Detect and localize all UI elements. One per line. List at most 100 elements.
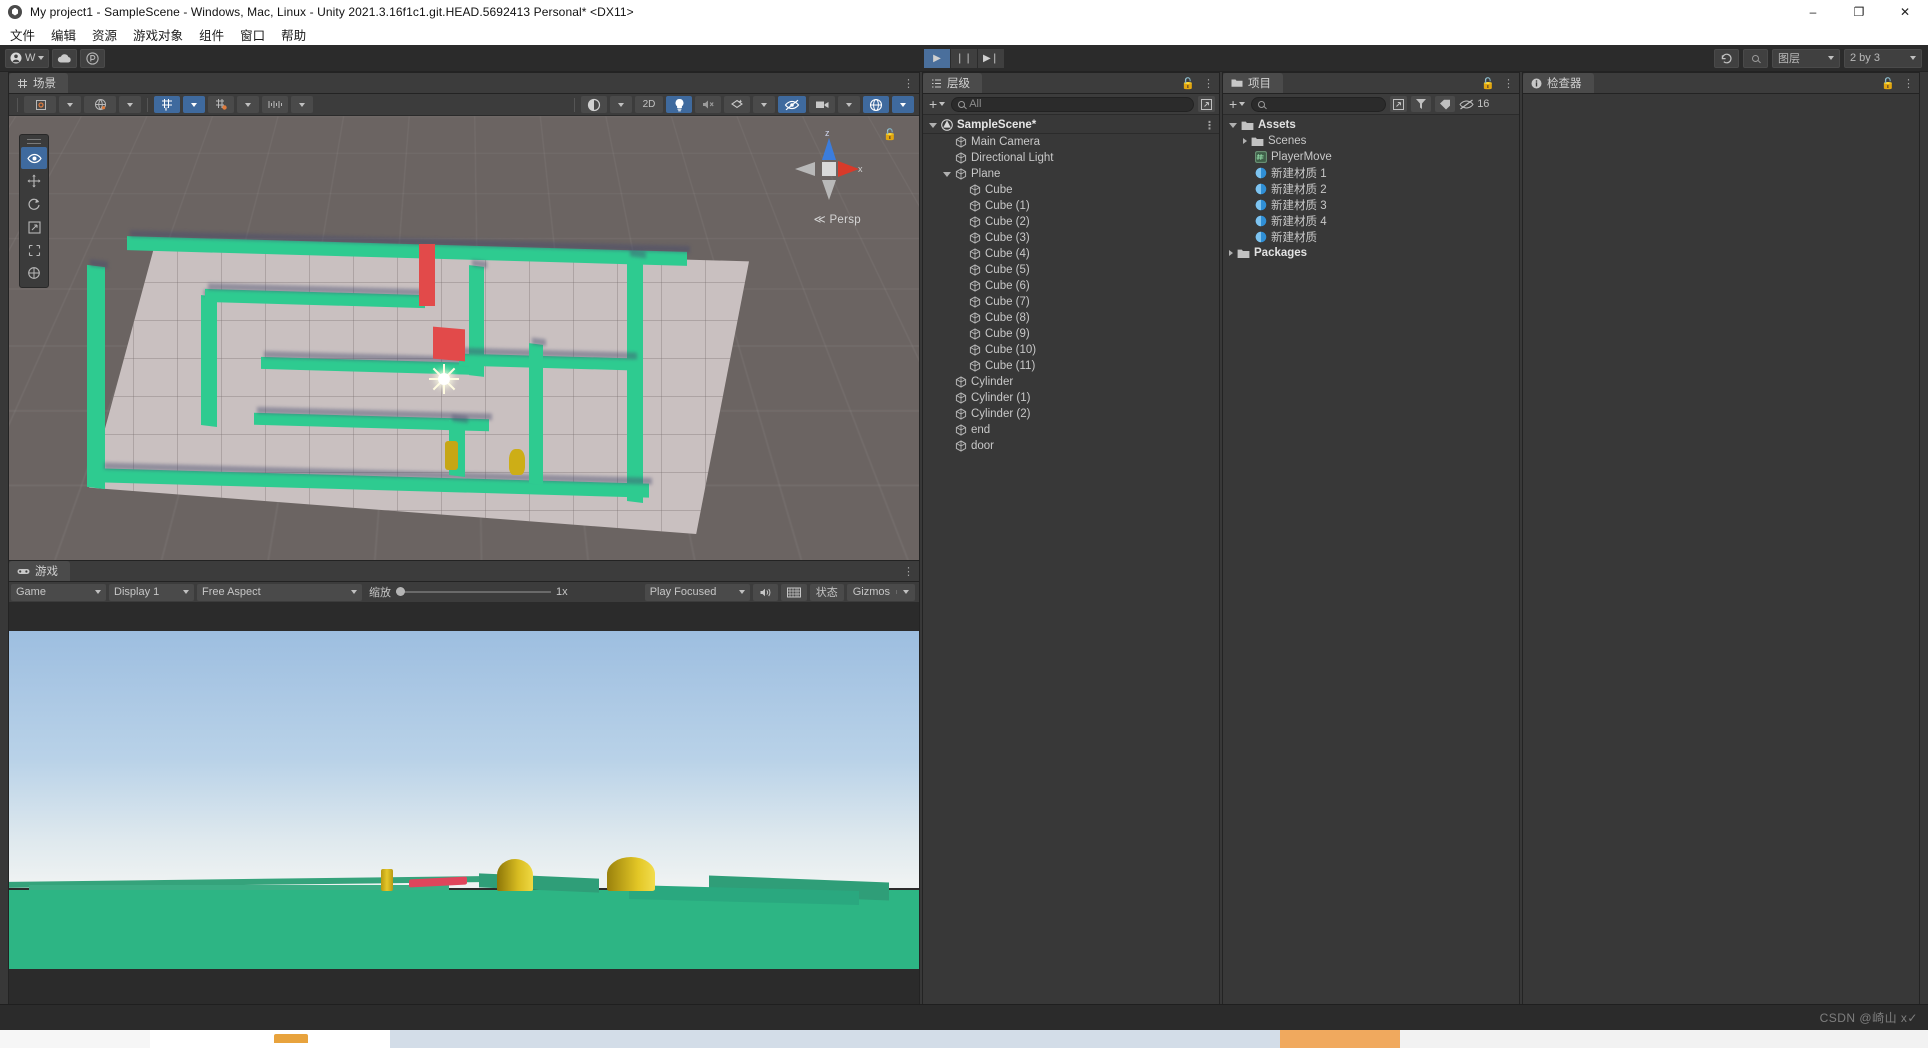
toggle-2d-button[interactable]: 2D — [635, 96, 663, 113]
stats-button[interactable] — [780, 583, 807, 601]
taskbar-thumb-folder[interactable] — [260, 1030, 320, 1048]
pivot-dropdown[interactable] — [24, 96, 56, 113]
snap-button[interactable] — [208, 96, 234, 113]
project-item-row[interactable]: 新建材质 3 — [1223, 197, 1519, 213]
overlay-drag-handle[interactable] — [27, 139, 41, 144]
gizmo-lock-icon[interactable]: 🔓 — [883, 128, 897, 141]
undo-history-button[interactable] — [1714, 48, 1739, 68]
axis-x-cone[interactable] — [838, 161, 859, 177]
scene-audio-button[interactable] — [695, 96, 721, 113]
project-filter-type-button[interactable] — [1411, 96, 1432, 112]
kebab-menu-icon[interactable]: ⋮ — [903, 565, 914, 578]
scene-axis-gizmo[interactable]: z x — [793, 126, 867, 208]
play-mode-dropdown[interactable]: Play Focused — [644, 583, 750, 601]
tab-scene[interactable]: 场景 — [9, 73, 68, 93]
gizmos-button[interactable] — [863, 96, 889, 113]
collab-button[interactable] — [80, 48, 106, 68]
hierarchy-item-row[interactable]: Main Camera — [923, 134, 1219, 150]
search-button[interactable] — [1743, 48, 1768, 68]
hierarchy-item-row[interactable]: Cube (2) — [923, 214, 1219, 230]
tab-project[interactable]: 项目 — [1223, 73, 1283, 93]
project-item-row[interactable]: Assets — [1223, 117, 1519, 133]
hierarchy-item-row[interactable]: Cube (9) — [923, 326, 1219, 342]
hierarchy-item-row[interactable]: Cube (10) — [923, 342, 1219, 358]
menu-item-gameobject[interactable]: 游戏对象 — [133, 25, 183, 44]
play-button[interactable]: ▶ — [924, 48, 950, 68]
scale-slider[interactable] — [396, 587, 551, 596]
project-item-row[interactable]: PlayerMove — [1223, 149, 1519, 165]
chevron-down-icon[interactable] — [929, 122, 937, 128]
kebab-menu-icon[interactable]: ⋮ — [903, 77, 914, 90]
target-display-dropdown[interactable]: Game — [11, 583, 106, 601]
snap-caret[interactable] — [237, 96, 259, 113]
hierarchy-item-row[interactable]: Cube (1) — [923, 198, 1219, 214]
cloud-button[interactable] — [52, 48, 78, 68]
scene-fx-caret[interactable] — [753, 96, 775, 113]
scene-visibility-button[interactable] — [778, 96, 806, 113]
project-item-row[interactable]: 新建材质 2 — [1223, 181, 1519, 197]
taskbar-highlight[interactable] — [1280, 1030, 1400, 1048]
account-button[interactable]: W — [5, 48, 50, 68]
chevron-down-icon[interactable] — [943, 171, 951, 177]
scene-camera-button[interactable] — [809, 96, 835, 113]
hierarchy-tree[interactable]: SampleScene* ⋮ Main Camera Directional Ligh… — [923, 115, 1219, 1021]
kebab-menu-icon[interactable]: ⋮ — [1503, 77, 1514, 90]
hierarchy-item-row[interactable]: Cube (3) — [923, 230, 1219, 246]
layout-dropdown[interactable]: 2 by 3 — [1844, 48, 1922, 68]
step-button[interactable]: ▶❘ — [978, 48, 1004, 68]
hierarchy-item-row[interactable]: Cube (8) — [923, 310, 1219, 326]
project-item-row[interactable]: Scenes — [1223, 133, 1519, 149]
menu-item-component[interactable]: 组件 — [199, 25, 224, 44]
hierarchy-item-row[interactable]: Cylinder (1) — [923, 390, 1219, 406]
hierarchy-item-row[interactable]: door — [923, 438, 1219, 454]
kebab-menu-icon[interactable]: ⋮ — [1203, 77, 1214, 90]
hierarchy-item-row[interactable]: Cube (6) — [923, 278, 1219, 294]
create-gameobject-button[interactable]: + — [927, 96, 947, 112]
shading-mode-button[interactable] — [581, 96, 607, 113]
menu-item-window[interactable]: 窗口 — [240, 25, 265, 44]
view-tool-button[interactable] — [21, 147, 47, 169]
scale-tool-button[interactable] — [21, 216, 47, 238]
hierarchy-item-row[interactable]: end — [923, 422, 1219, 438]
mute-audio-button[interactable] — [752, 583, 778, 601]
tab-hierarchy[interactable]: 层级 — [923, 73, 982, 93]
shading-mode-caret[interactable] — [610, 96, 632, 113]
hierarchy-item-row[interactable]: Cylinder (2) — [923, 406, 1219, 422]
scene-lighting-button[interactable] — [666, 96, 692, 113]
transform-tool-button[interactable] — [21, 262, 47, 284]
handle-space-dropdown[interactable] — [84, 96, 116, 113]
project-search-expand-button[interactable] — [1390, 96, 1408, 112]
project-filter-label-button[interactable] — [1435, 96, 1456, 112]
rect-tool-button[interactable] — [21, 239, 47, 261]
hierarchy-item-row[interactable]: Directional Light — [923, 150, 1219, 166]
display-dropdown[interactable]: Display 1 — [109, 583, 194, 601]
hierarchy-item-row[interactable]: Cylinder — [923, 374, 1219, 390]
hierarchy-search-expand-button[interactable] — [1198, 96, 1215, 112]
pivot-dropdown-caret[interactable] — [59, 96, 81, 113]
grid-visibility-button[interactable]: y — [154, 96, 180, 113]
scene-viewport[interactable]: z x 🔓 ≪ Persp — [9, 116, 919, 580]
axis-center-cube[interactable] — [822, 162, 836, 176]
menu-item-file[interactable]: 文件 — [10, 25, 35, 44]
axis-negx-cone[interactable] — [795, 162, 815, 176]
maximize-button[interactable]: ❐ — [1836, 0, 1882, 23]
axis-z-cone[interactable] — [822, 138, 836, 160]
kebab-menu-icon[interactable]: ⋮ — [1204, 119, 1215, 132]
project-item-row[interactable]: 新建材质 — [1223, 229, 1519, 245]
hierarchy-item-row[interactable]: Cube — [923, 182, 1219, 198]
scene-camera-caret[interactable] — [838, 96, 860, 113]
chevron-right-icon[interactable] — [1243, 138, 1247, 144]
move-tool-button[interactable] — [21, 170, 47, 192]
axis-y-cone[interactable] — [822, 180, 836, 200]
project-item-row[interactable]: 新建材质 4 — [1223, 213, 1519, 229]
rotate-tool-button[interactable] — [21, 193, 47, 215]
menu-item-help[interactable]: 帮助 — [281, 25, 306, 44]
project-item-row[interactable]: Packages — [1223, 245, 1519, 261]
scene-projection-label[interactable]: ≪ Persp — [814, 212, 861, 226]
minimize-button[interactable]: – — [1790, 0, 1836, 23]
project-tree[interactable]: Assets Scenes PlayerMove 新建材质 1 新建材质 2 新建材质 3… — [1223, 115, 1519, 1021]
snap-increment-caret[interactable] — [291, 96, 313, 113]
hierarchy-item-row[interactable]: Cube (7) — [923, 294, 1219, 310]
kebab-menu-icon[interactable]: ⋮ — [1903, 77, 1914, 90]
layers-dropdown[interactable]: 图层 — [1772, 48, 1840, 68]
